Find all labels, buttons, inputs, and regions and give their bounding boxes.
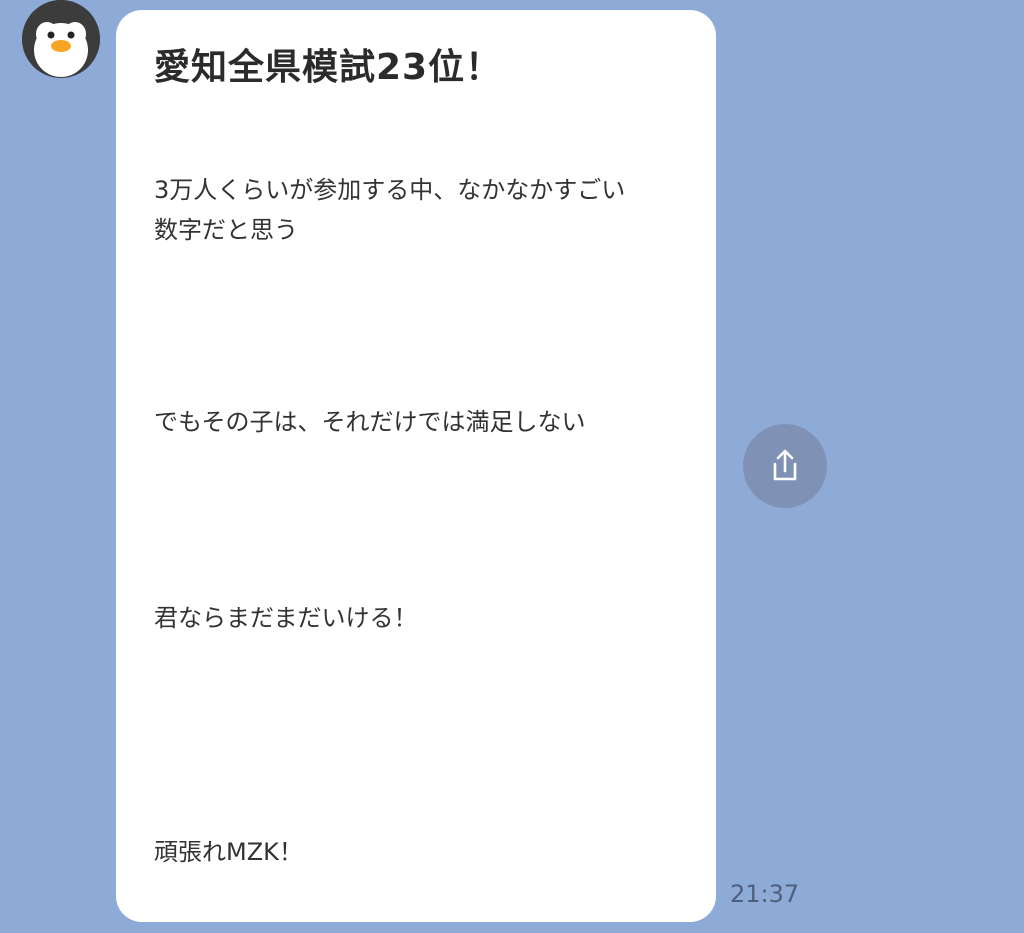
message-timestamp: 21:37: [730, 880, 800, 908]
share-button[interactable]: [743, 424, 827, 508]
message-paragraph: 3万人くらいが参加する中、なかなかすごい 数字だと思う: [154, 170, 625, 250]
message-line: 3万人くらいが参加する中、なかなかすごい: [154, 176, 626, 204]
sender-avatar[interactable]: [22, 0, 100, 78]
share-icon: [773, 449, 797, 481]
penguin-avatar-icon: [22, 0, 100, 78]
message-line: 数字だと思う: [154, 216, 298, 244]
message-title: 愛知全県模試23位！: [154, 47, 503, 88]
message-paragraph: 君ならまだまだいける！: [154, 604, 418, 632]
message-bubble[interactable]: 愛知全県模試23位！ 3万人くらいが参加する中、なかなかすごい 数字だと思う で…: [116, 10, 716, 922]
message-paragraph: でもその子は、それだけでは満足しない: [154, 408, 586, 436]
message-paragraph: 頑張れMZK！: [154, 838, 303, 866]
